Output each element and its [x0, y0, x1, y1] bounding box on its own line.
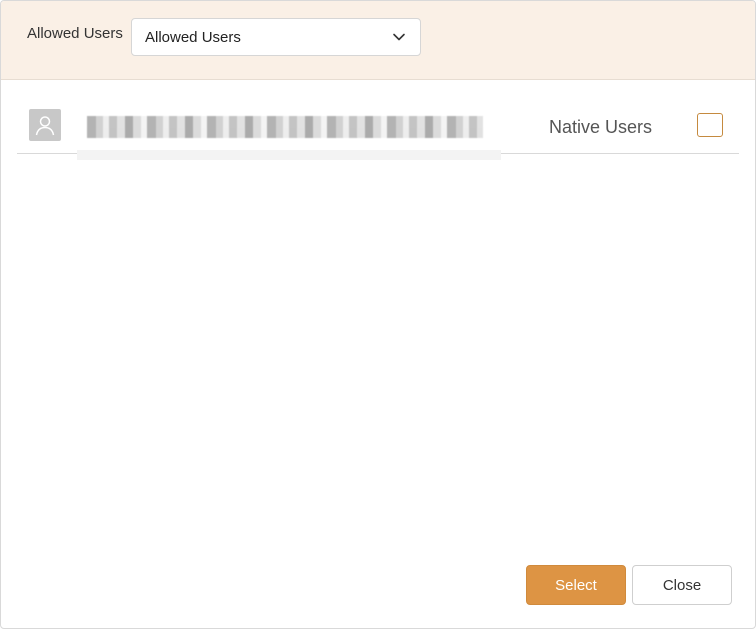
filter-bar: Allowed Users Allowed Users [1, 1, 755, 80]
user-picker-dialog: Allowed Users Allowed Users ████████████… [0, 0, 756, 629]
user-filter-select[interactable]: Allowed Users [131, 18, 421, 56]
filter-label: Allowed Users [27, 25, 123, 42]
filter-select-value: Allowed Users [145, 29, 241, 46]
user-name-underlay [77, 150, 501, 160]
user-row[interactable]: ████████████████████████████████ Native … [17, 98, 739, 160]
user-name-cell: ████████████████████████████████ [77, 108, 501, 160]
user-type-label: Native Users [549, 117, 653, 137]
user-name: ████████████████████████████████ [87, 116, 483, 138]
close-button[interactable]: Close [632, 565, 732, 605]
user-silhouette-icon [35, 116, 55, 136]
select-button[interactable]: Select [526, 565, 626, 605]
chevron-down-icon [393, 33, 405, 41]
user-select-checkbox[interactable] [697, 113, 723, 137]
avatar [29, 109, 61, 141]
